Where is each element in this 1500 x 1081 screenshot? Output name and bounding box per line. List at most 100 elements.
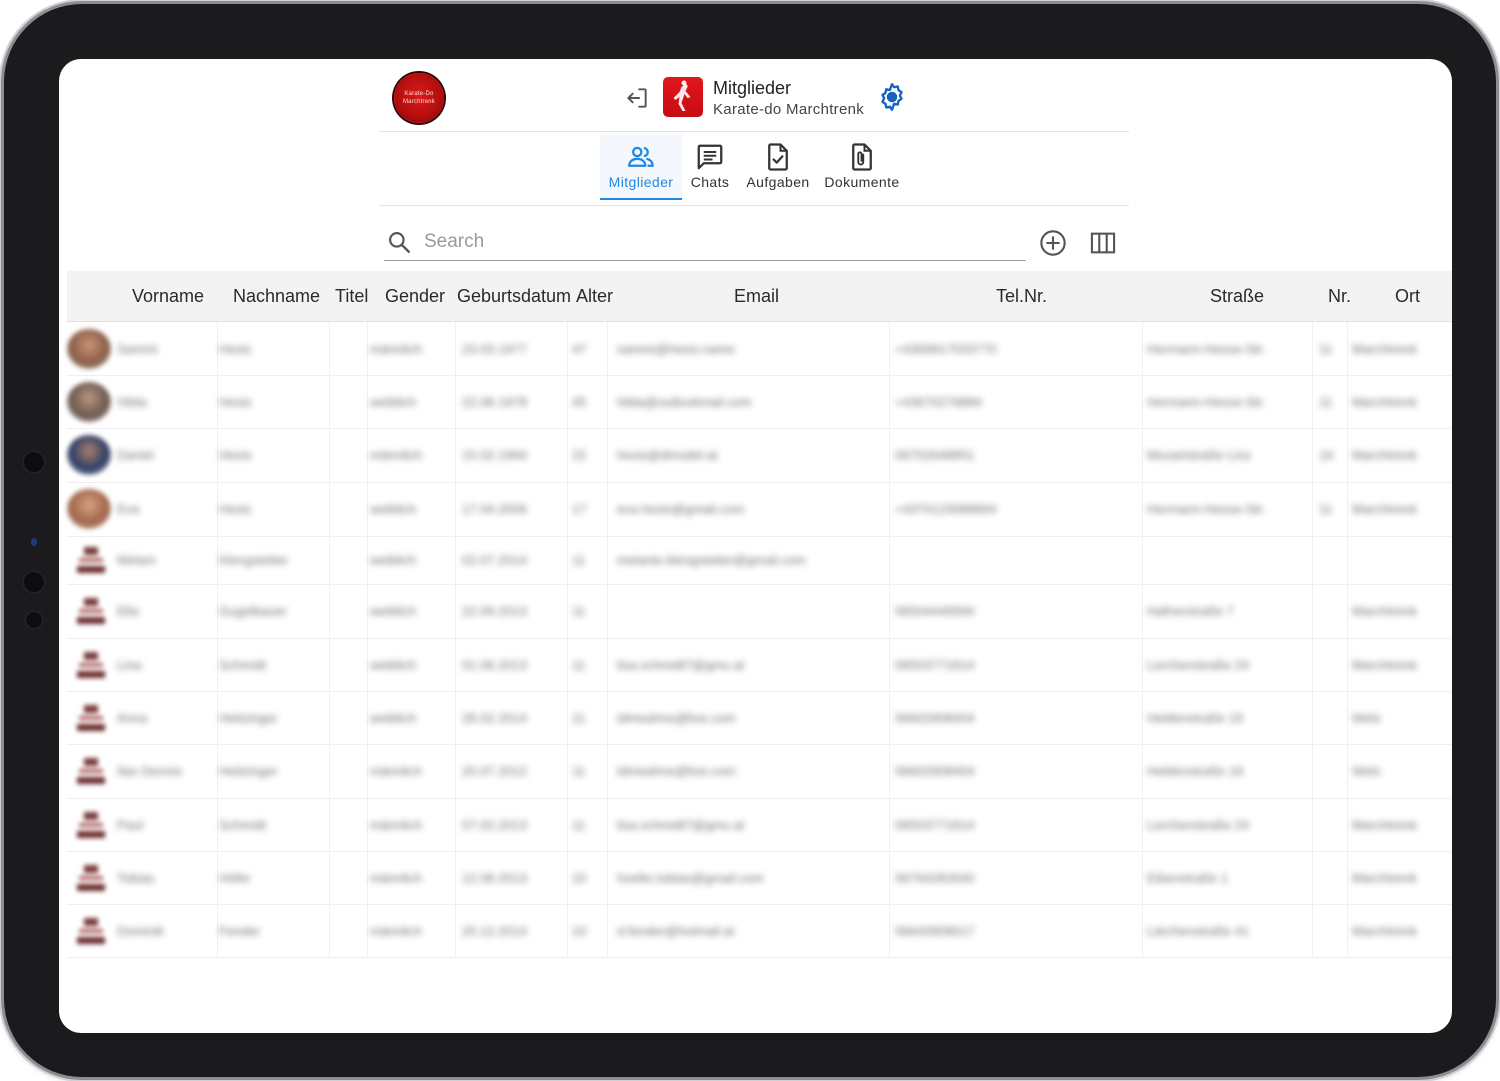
cell-email: melanie.klengstetter@gmail.com — [617, 552, 806, 568]
cell-ort: Marchtrenk — [1352, 817, 1418, 832]
cell-geburtsdatum: 22.08.1978 — [462, 394, 528, 409]
org-name: Karate-do Marchtrenk — [713, 101, 865, 118]
cell-alter: 45 — [572, 394, 587, 409]
column-separator — [567, 691, 568, 744]
column-separator — [1142, 691, 1143, 744]
cell-geburtsdatum: 02.07.2014 — [462, 552, 528, 568]
col-header-strasse[interactable]: Straße — [1210, 286, 1264, 307]
column-separator — [217, 536, 218, 584]
add-member-icon[interactable] — [1039, 229, 1067, 257]
column-separator — [1312, 851, 1313, 904]
tab-aufgaben[interactable]: Aufgaben — [741, 134, 815, 200]
col-header-email[interactable]: Email — [734, 286, 779, 307]
column-separator — [455, 428, 456, 482]
cell-strasse: Heldenstraße 19 — [1147, 763, 1244, 779]
tab-mitglieder[interactable]: Mitglieder — [600, 134, 682, 200]
column-separator — [217, 375, 218, 428]
col-header-titel[interactable]: Titel — [335, 286, 368, 307]
cell-geburtsdatum: 20.12.2014 — [462, 923, 528, 938]
column-separator — [217, 428, 218, 482]
col-header-nr[interactable]: Nr. — [1328, 286, 1351, 307]
col-header-telnr[interactable]: Tel.Nr. — [996, 286, 1047, 307]
cell-alter: 11 — [572, 603, 586, 619]
cell-tel: +4370123088894 — [895, 501, 997, 517]
column-separator — [889, 798, 890, 851]
table-row[interactable]: Daniel Hesis männlich 15.02.1994 22 hesis@dmo… — [67, 428, 1452, 483]
table-row[interactable]: Lina Schmidt weiblich 01.06.2013 11 lisa.schm… — [67, 638, 1452, 692]
cell-tel: 06643908017 — [895, 923, 975, 938]
column-separator — [455, 584, 456, 638]
page-title: Mitglieder — [713, 78, 792, 98]
column-separator — [889, 375, 890, 428]
column-separator — [889, 584, 890, 638]
cell-alter: 11 — [572, 763, 586, 779]
col-header-ort[interactable]: Ort — [1395, 286, 1420, 307]
cell-alter: 11 — [572, 817, 586, 832]
column-separator — [367, 851, 368, 904]
cell-vorname: Tobias — [117, 870, 155, 885]
column-separator — [567, 584, 568, 638]
column-separator — [367, 744, 368, 798]
table-row[interactable]: Hilda Hesis weiblich 22.08.1978 45 hilda@outl… — [67, 375, 1452, 429]
tab-chats[interactable]: Chats — [684, 134, 736, 200]
column-separator — [607, 744, 608, 798]
tab-label: Chats — [690, 174, 730, 190]
cell-alter: 17 — [572, 501, 587, 517]
column-separator — [567, 904, 568, 957]
col-header-alter[interactable]: Alter — [576, 286, 613, 307]
col-header-geburtsdatum[interactable]: Geburtsdatum — [457, 286, 571, 307]
column-separator — [329, 904, 330, 957]
logout-icon[interactable] — [624, 85, 650, 111]
cell-tel: 06504449584 — [895, 603, 975, 619]
cell-gender: weiblich — [370, 394, 417, 409]
column-separator — [567, 536, 568, 584]
column-separator — [1312, 428, 1313, 482]
column-separator — [889, 428, 890, 482]
column-separator — [567, 744, 568, 798]
tab-dokumente[interactable]: Dokumente — [821, 134, 903, 200]
column-separator — [1347, 322, 1348, 375]
cell-geburtsdatum: 22.09.2013 — [462, 603, 528, 619]
column-separator — [1142, 798, 1143, 851]
cell-email: eva.hesis@gmail.com — [617, 501, 745, 517]
table-row[interactable]: Anna Heitzinger weiblich 28.02.2014 11 tdmeah… — [67, 691, 1452, 745]
cell-ort: Marchtrenk — [1352, 603, 1418, 619]
table-row[interactable]: Tobias Höfer männlich 12.08.2013 10 hoefer.to… — [67, 851, 1452, 905]
table-row[interactable]: Melani Klengstetter weiblich 02.07.2014 11 me… — [67, 536, 1452, 585]
cell-gender: weiblich — [370, 603, 417, 619]
cell-nachname: Klengstetter — [219, 552, 289, 568]
column-separator — [1312, 691, 1313, 744]
cell-ort: Marchtrenk — [1352, 923, 1418, 938]
column-separator — [1142, 322, 1143, 375]
column-separator — [1312, 638, 1313, 691]
column-separator — [607, 851, 608, 904]
col-header-vorname[interactable]: Vorname — [132, 286, 204, 307]
table-header: Vorname Nachname Titel Gender Geburtsdat… — [67, 271, 1452, 322]
table-row[interactable]: Ilan Dennis Heitzinger männlich 20.07.2012 1… — [67, 744, 1452, 799]
column-separator — [607, 638, 608, 691]
column-separator — [455, 744, 456, 798]
column-separator — [1312, 798, 1313, 851]
column-separator — [1312, 744, 1313, 798]
cell-nachname: Fender — [219, 923, 261, 938]
table-row[interactable]: Ella Gugelbauer weiblich 22.09.2013 11 065044… — [67, 584, 1452, 639]
table-row[interactable]: Paul Schmidt männlich 07.02.2013 11 lisa.schm… — [67, 798, 1452, 852]
cell-alter: 11 — [572, 552, 586, 568]
column-separator — [217, 584, 218, 638]
col-header-nachname[interactable]: Nachname — [233, 286, 320, 307]
app-screen: Karate-Do Marchtrenk Mitglieder Karate-d… — [59, 59, 1452, 1033]
cell-gender: männlich — [370, 447, 423, 463]
column-separator — [567, 322, 568, 375]
column-separator — [1312, 584, 1313, 638]
search-input[interactable] — [422, 228, 1016, 256]
cell-gender: weiblich — [370, 501, 417, 517]
cell-email: hoefer.tobias@gmail.com — [617, 870, 764, 885]
col-header-gender[interactable]: Gender — [385, 286, 445, 307]
table-row[interactable]: Sammi Hesis männlich 23.03.1977 47 sammi@hesi… — [67, 322, 1452, 376]
gear-icon[interactable] — [877, 82, 907, 112]
columns-icon[interactable] — [1089, 229, 1117, 257]
cell-ort: Marchtrenk — [1352, 870, 1418, 885]
cell-gender: weiblich — [370, 710, 417, 725]
table-row[interactable]: Eva Hesis weiblich 17.04.2006 17 eva.hesis@gm… — [67, 482, 1452, 537]
table-row[interactable]: Dominik Fender männlich 20.12.2014 10 d.fende… — [67, 904, 1452, 958]
